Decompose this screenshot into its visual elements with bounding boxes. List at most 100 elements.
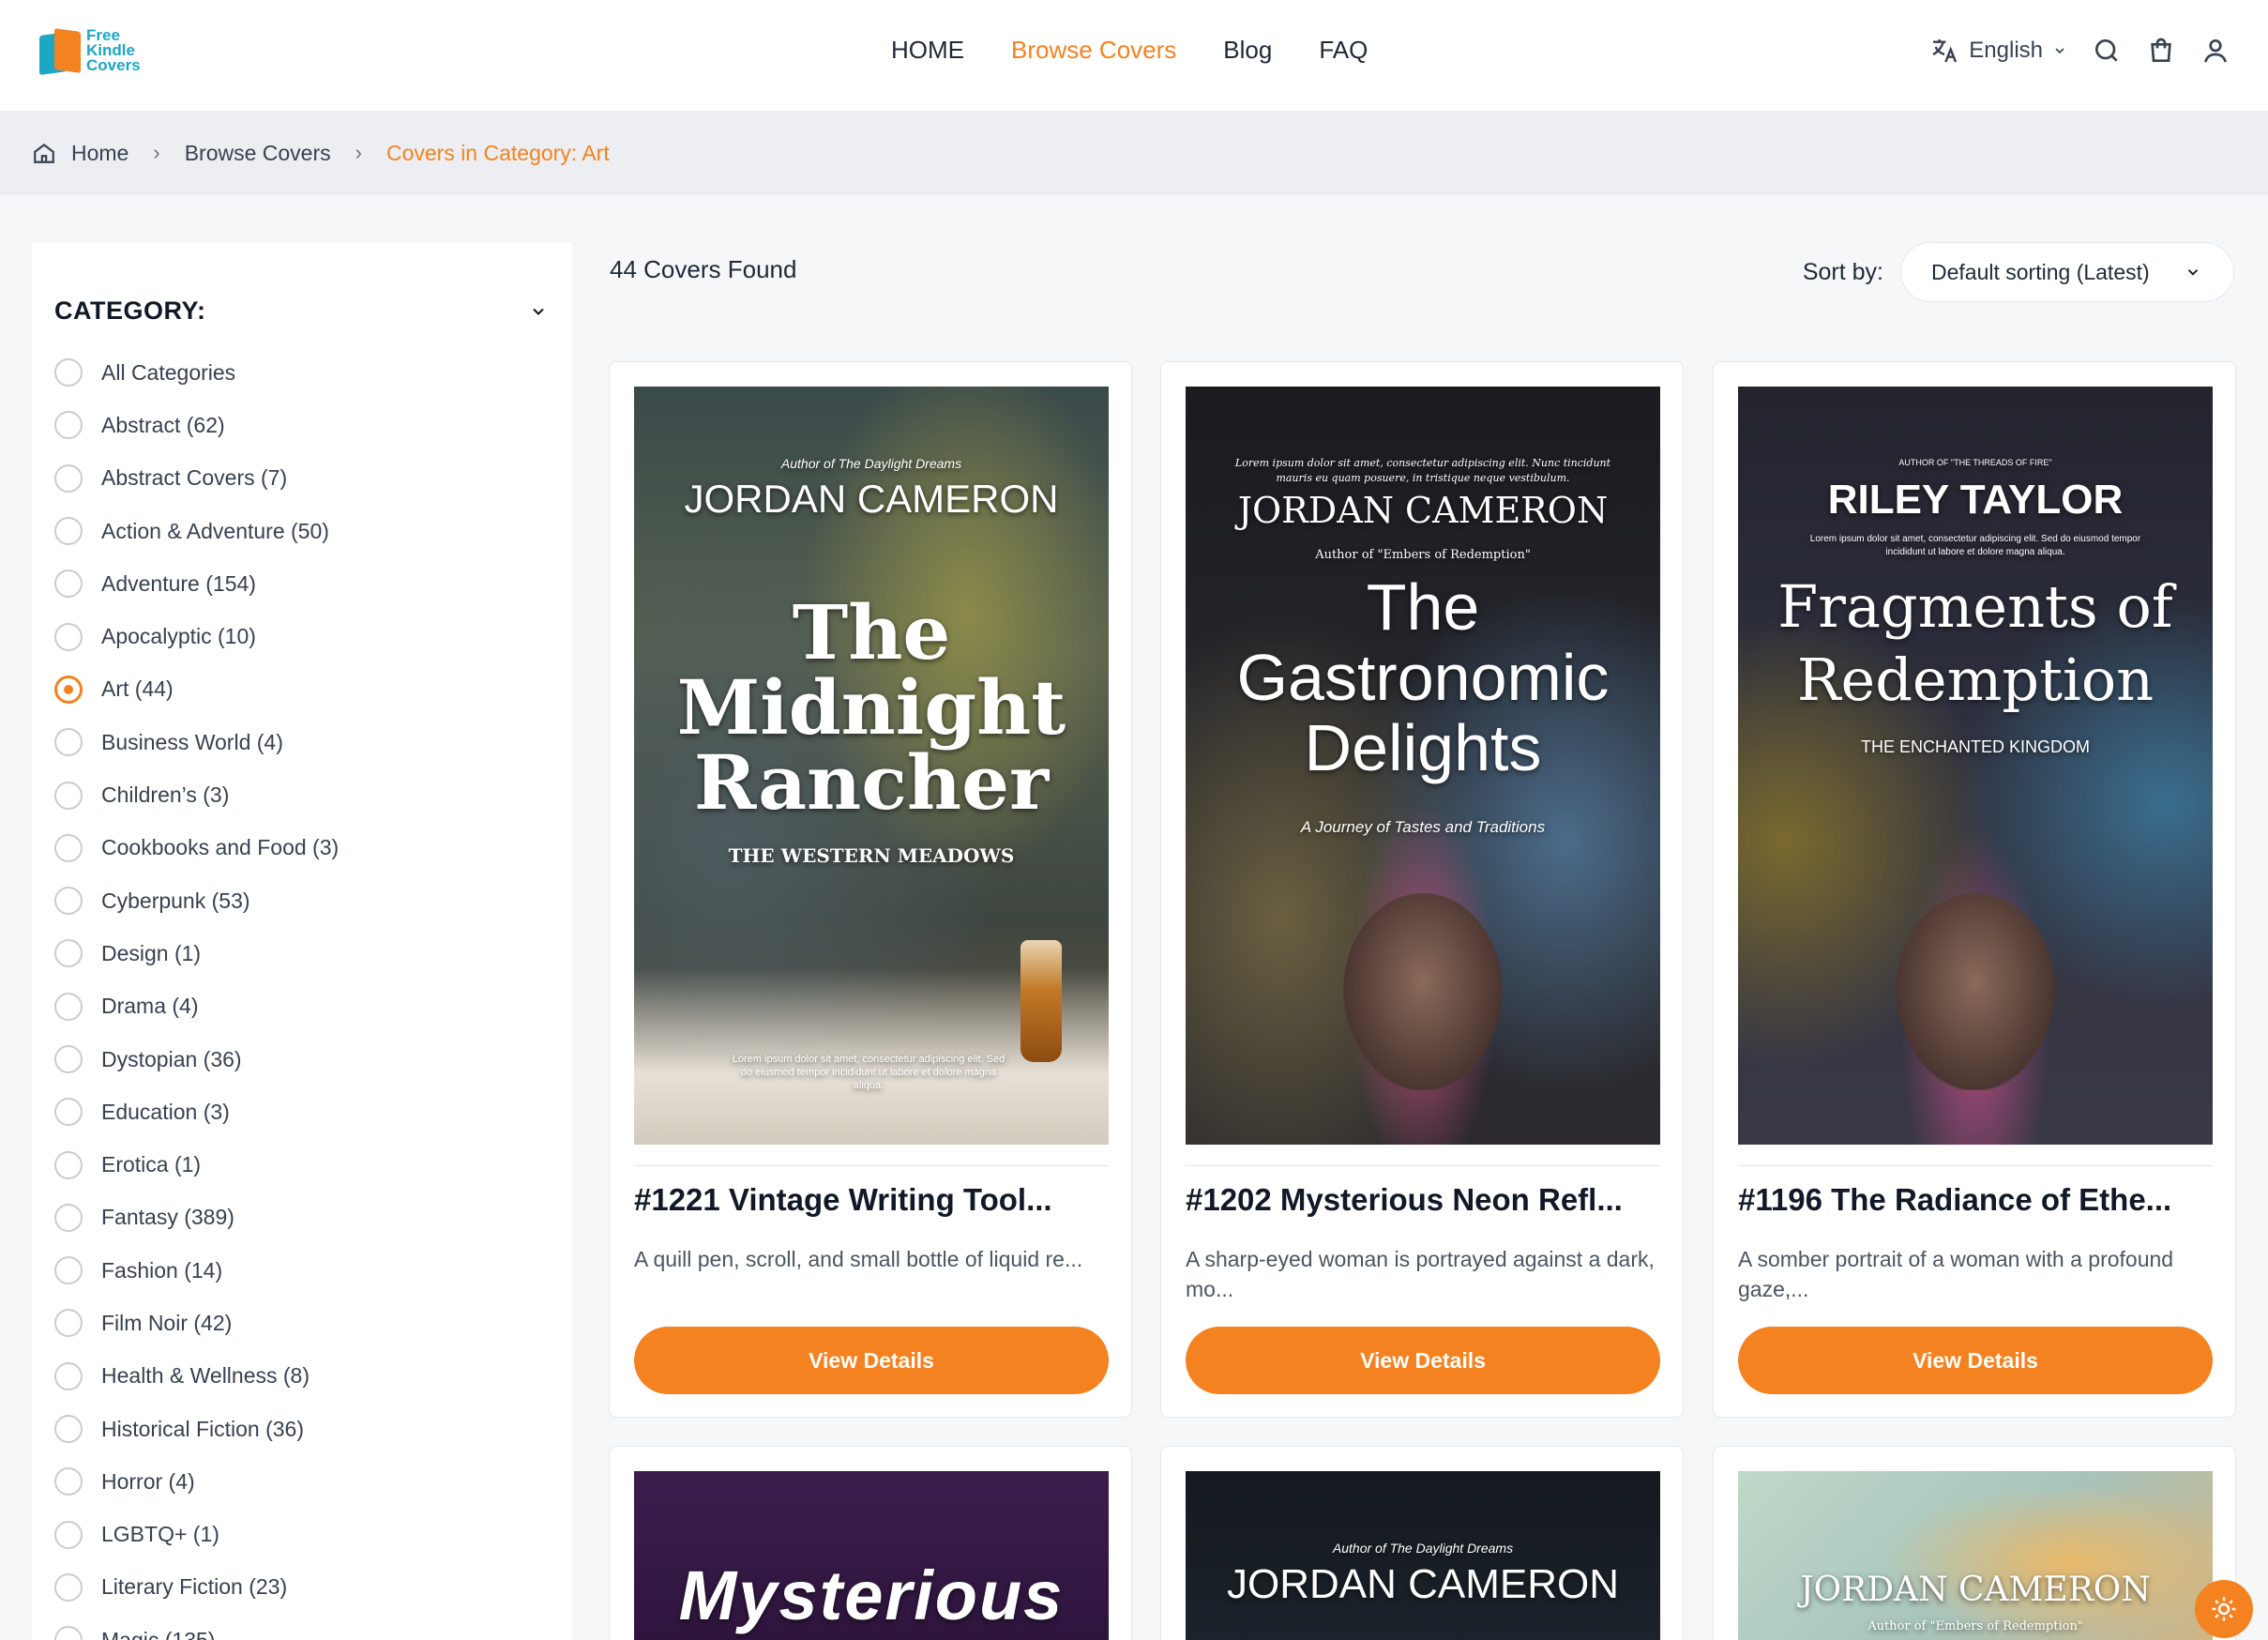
category-option[interactable]: Literary Fiction (23) <box>54 1561 550 1614</box>
category-label: Erotica (1) <box>101 1152 202 1177</box>
radio-button[interactable] <box>54 833 83 862</box>
category-option[interactable]: Magic (135) <box>54 1614 550 1640</box>
category-option[interactable]: Design (1) <box>54 927 550 979</box>
cover-book-title: The Gastronomic Delights <box>1236 570 1610 784</box>
category-option[interactable]: Cyberpunk (53) <box>54 874 550 927</box>
cover-image[interactable]: Mysterious <box>634 1471 1109 1640</box>
category-option[interactable]: Erotica (1) <box>54 1138 550 1191</box>
radio-button[interactable] <box>54 411 83 440</box>
radio-button[interactable] <box>54 1361 83 1390</box>
view-details-button[interactable]: View Details <box>1186 1327 1660 1394</box>
category-option[interactable]: Abstract Covers (7) <box>54 452 550 505</box>
cover-image[interactable]: AUTHOR OF "THE THREADS OF FIRE" RILEY TA… <box>1738 387 2213 1145</box>
cover-image[interactable]: Lorem ipsum dolor sit amet, consectetur … <box>1186 387 1660 1145</box>
category-option[interactable]: Children’s (3) <box>54 768 550 821</box>
radio-button[interactable] <box>54 1309 83 1338</box>
chevron-right-icon: › <box>153 141 160 164</box>
category-option[interactable]: Cookbooks and Food (3) <box>54 822 550 874</box>
radio-button[interactable] <box>54 1203 83 1232</box>
category-option[interactable]: Drama (4) <box>54 980 550 1033</box>
nav-browse-covers[interactable]: Browse Covers <box>1011 36 1176 65</box>
view-details-button[interactable]: View Details <box>634 1327 1109 1394</box>
category-label: Fantasy (389) <box>101 1205 234 1230</box>
radio-button[interactable] <box>54 1415 83 1444</box>
breadcrumb: Home › Browse Covers › Covers in Categor… <box>0 111 2268 195</box>
category-option[interactable]: Fantasy (389) <box>54 1192 550 1244</box>
category-option[interactable]: LGBTQ+ (1) <box>54 1509 550 1561</box>
radio-button[interactable] <box>54 622 83 651</box>
category-option[interactable]: Historical Fiction (36) <box>54 1403 550 1455</box>
cover-image[interactable]: Author of The Daylight Dreams JORDAN CAM… <box>634 387 1109 1145</box>
category-option[interactable]: Dystopian (36) <box>54 1033 550 1086</box>
category-option[interactable]: Art (44) <box>54 663 550 716</box>
radio-button[interactable] <box>54 569 83 599</box>
radio-button[interactable] <box>54 1626 83 1640</box>
category-option[interactable]: Health & Wellness (8) <box>54 1350 550 1403</box>
nav-home[interactable]: HOME <box>891 36 964 65</box>
book-logo-icon <box>38 26 83 76</box>
cover-image[interactable]: Author of The Daylight Dreams JORDAN CAM… <box>1186 1471 1660 1640</box>
category-option[interactable]: Apocalyptic (10) <box>54 610 550 662</box>
cover-image[interactable]: JORDAN CAMERON Author of "Embers of Rede… <box>1738 1471 2213 1640</box>
cover-card: Lorem ipsum dolor sit amet, consectetur … <box>1160 361 1684 1418</box>
radio-button[interactable] <box>54 939 83 968</box>
radio-button[interactable] <box>54 1098 83 1127</box>
breadcrumb-home[interactable]: Home <box>71 141 129 166</box>
card-description: A sharp-eyed woman is portrayed against … <box>1186 1247 1655 1301</box>
radio-button[interactable] <box>54 728 83 757</box>
site-logo[interactable]: Free Kindle Covers <box>38 26 141 76</box>
cover-tagline: Author of The Daylight Dreams <box>780 456 962 471</box>
user-icon[interactable] <box>2200 36 2230 66</box>
radio-button[interactable] <box>54 463 83 493</box>
category-option[interactable]: Abstract (62) <box>54 399 550 451</box>
radio-button[interactable] <box>54 887 83 916</box>
chevron-down-icon <box>533 308 544 315</box>
search-icon[interactable] <box>2092 36 2122 66</box>
category-option[interactable]: Education (3) <box>54 1086 550 1138</box>
card-title[interactable]: #1196 The Radiance of Ethe... <box>1738 1182 2213 1218</box>
category-option[interactable]: Fashion (14) <box>54 1244 550 1297</box>
radio-button[interactable] <box>54 781 83 810</box>
category-header[interactable]: CATEGORY: <box>32 242 572 326</box>
radio-button[interactable] <box>54 1256 83 1285</box>
nav-faq[interactable]: FAQ <box>1319 36 1368 65</box>
radio-button[interactable] <box>54 1467 83 1496</box>
category-label: Film Noir (42) <box>101 1310 233 1335</box>
category-label: Action & Adventure (50) <box>101 518 329 543</box>
cover-subtitle: THE ENCHANTED KINGDOM <box>1860 737 2090 756</box>
card-title[interactable]: #1221 Vintage Writing Tool... <box>634 1182 1109 1218</box>
radio-button[interactable] <box>54 358 83 387</box>
breadcrumb-current: Covers in Category: Art <box>386 140 610 165</box>
breadcrumb-browse[interactable]: Browse Covers <box>185 141 331 166</box>
radio-button[interactable] <box>54 1150 83 1179</box>
category-label: Fashion (14) <box>101 1257 223 1283</box>
category-option[interactable]: Action & Adventure (50) <box>54 505 550 557</box>
category-option[interactable]: Film Noir (42) <box>54 1297 550 1349</box>
nav-blog[interactable]: Blog <box>1223 36 1272 65</box>
category-option[interactable]: Business World (4) <box>54 716 550 768</box>
category-option[interactable]: All Categories <box>54 346 550 399</box>
cart-icon[interactable] <box>2146 36 2176 66</box>
theme-toggle-button[interactable] <box>2195 1580 2253 1638</box>
radio-button[interactable] <box>54 992 83 1021</box>
category-label: Cookbooks and Food (3) <box>101 835 340 860</box>
category-option[interactable]: Horror (4) <box>54 1455 550 1508</box>
radio-button[interactable] <box>54 1572 83 1602</box>
view-details-button[interactable]: View Details <box>1738 1327 2213 1394</box>
radio-button[interactable] <box>54 517 83 546</box>
category-label: Magic (135) <box>101 1627 216 1640</box>
radio-button[interactable] <box>54 1045 83 1073</box>
card-description: A somber portrait of a woman with a prof… <box>1738 1247 2174 1301</box>
category-label: Education (3) <box>101 1099 230 1124</box>
category-option[interactable]: Adventure (154) <box>54 557 550 610</box>
category-label: Cyberpunk (53) <box>101 888 250 913</box>
bottle-illustration <box>1021 940 1062 1062</box>
language-selector[interactable]: English <box>1929 36 2067 66</box>
sort-select[interactable]: Default sorting (Latest) <box>1900 242 2234 302</box>
cover-tagline: Author of "Embers of Redemption" <box>1315 548 1531 562</box>
card-title[interactable]: #1202 Mysterious Neon Refl... <box>1186 1182 1660 1218</box>
radio-button[interactable] <box>54 675 83 704</box>
category-label: LGBTQ+ (1) <box>101 1522 219 1547</box>
cover-card: Author of The Daylight Dreams JORDAN CAM… <box>609 361 1132 1418</box>
radio-button[interactable] <box>54 1520 83 1549</box>
